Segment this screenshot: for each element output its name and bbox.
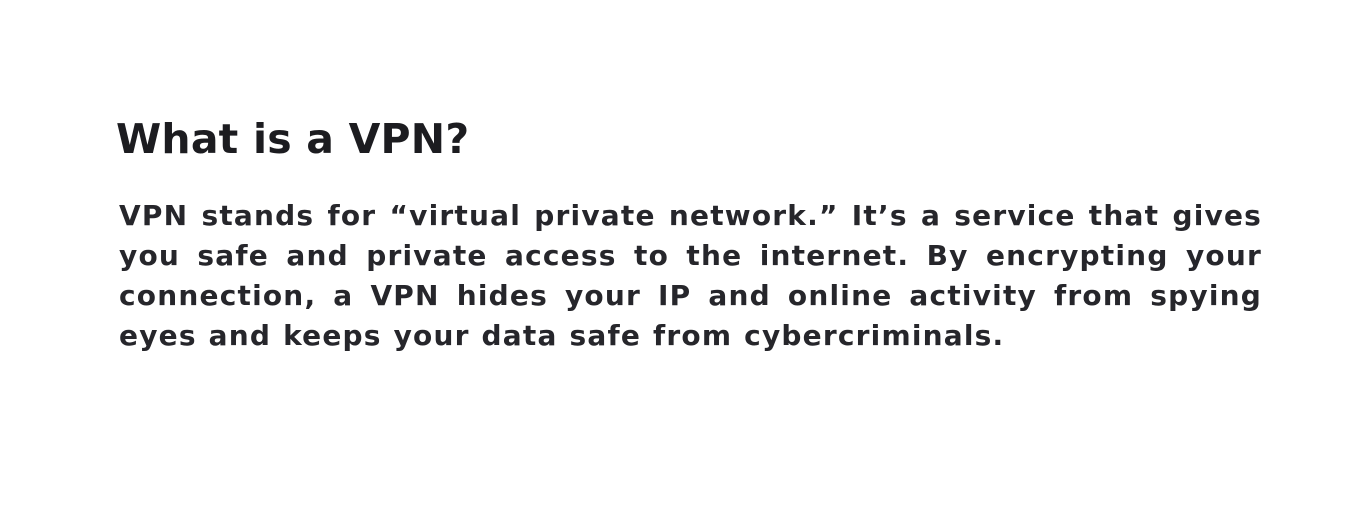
section-heading: What is a VPN? [116,115,470,163]
vpn-explainer-section: What is a VPN? VPN stands for “virtual p… [116,112,1262,356]
section-paragraph: VPN stands for “virtual private network.… [119,199,1262,352]
